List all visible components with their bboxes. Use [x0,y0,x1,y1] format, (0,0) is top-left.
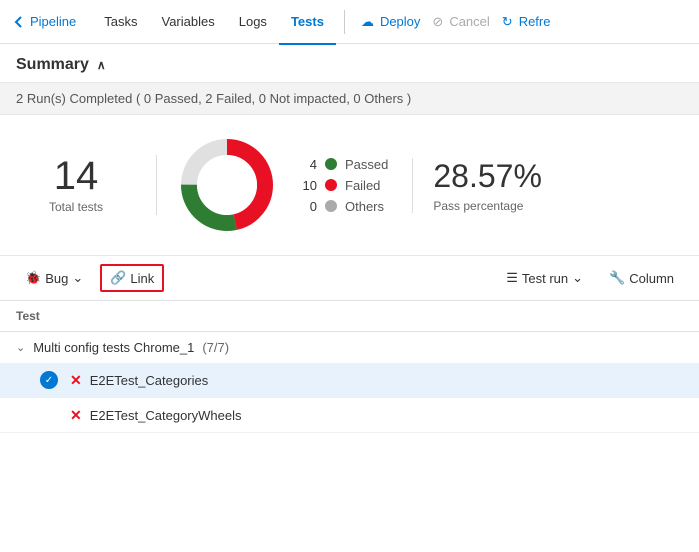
summary-chevron[interactable]: ∧ [97,58,106,72]
group-chevron-icon: ⌄ [16,341,25,354]
link-icon: 🔗 [110,270,126,286]
cancel-icon: ⊘ [432,14,443,30]
group-count: (7/7) [202,340,229,355]
top-nav: Pipeline Tasks Variables Logs Tests ☁ De… [0,0,699,44]
summary-title: Summary [16,56,89,74]
cancel-button[interactable]: ⊘ Cancel [432,14,489,30]
fail-icon: ✕ [70,407,82,424]
bug-dropdown-icon: ⌄ [72,270,83,286]
link-button[interactable]: 🔗 Link [100,264,164,292]
test-name: E2ETest_CategoryWheels [90,408,242,423]
donut-chart [177,135,277,235]
test-run-button[interactable]: ☰ Test run ⌄ [497,265,592,291]
status-bar: 2 Run(s) Completed ( 0 Passed, 2 Failed,… [0,82,699,115]
refresh-button[interactable]: ↻ Refre [502,14,551,30]
row-empty-check [40,406,58,424]
deploy-button[interactable]: ☁ Deploy [361,14,420,30]
test-group[interactable]: ⌄ Multi config tests Chrome_1 (7/7) [0,332,699,363]
toolbar-right: ☰ Test run ⌄ 🔧 Column [497,265,683,291]
legend-failed: 10 Failed [297,178,388,193]
table-row[interactable]: ✓ ✕ E2ETest_Categories [0,363,699,398]
test-column-header: Test [16,309,40,323]
toolbar: 🐞 Bug ⌄ 🔗 Link ☰ Test run ⌄ 🔧 Column [0,256,699,301]
summary-header: Summary ∧ [0,44,699,82]
nav-actions: ☁ Deploy ⊘ Cancel ↻ Refre [361,14,551,30]
bug-icon: 🐞 [25,270,41,286]
test-name: E2ETest_Categories [90,373,209,388]
bug-button[interactable]: 🐞 Bug ⌄ [16,265,92,291]
legend-passed: 4 Passed [297,157,388,172]
nav-back-button[interactable]: Pipeline [12,14,76,29]
table-row[interactable]: ✕ E2ETest_CategoryWheels [0,398,699,433]
chart-legend: 4 Passed 10 Failed 0 Others [297,157,388,214]
test-run-label: Test run [522,271,568,286]
total-number: 14 [16,156,136,196]
failed-count: 10 [297,178,317,193]
others-label: Others [345,199,384,214]
refresh-icon: ↻ [502,14,513,30]
nav-item-logs[interactable]: Logs [227,1,279,45]
passed-label: Passed [345,157,388,172]
total-tests: 14 Total tests [16,156,136,214]
total-label: Total tests [16,200,136,214]
status-text: 2 Run(s) Completed ( 0 Passed, 2 Failed,… [16,91,411,106]
pass-percentage-area: 28.57% Pass percentage [412,158,542,213]
row-check-icon: ✓ [40,371,58,389]
pass-pct-label: Pass percentage [433,199,542,213]
failed-dot [325,179,337,191]
column-button[interactable]: 🔧 Column [600,265,683,291]
others-dot [325,200,337,212]
table-header: Test [0,301,699,332]
link-label: Link [130,271,154,286]
group-label: Multi config tests Chrome_1 [33,340,194,355]
legend-others: 0 Others [297,199,388,214]
donut-area: 4 Passed 10 Failed 0 Others [177,135,388,235]
test-run-icon: ☰ [506,270,518,286]
test-run-dropdown-icon: ⌄ [572,270,583,286]
nav-item-tasks[interactable]: Tasks [92,1,149,45]
nav-back-label: Pipeline [30,14,76,29]
stats-row: 14 Total tests 4 Passed 10 [0,115,699,256]
column-icon: 🔧 [609,270,625,286]
failed-label: Failed [345,178,380,193]
bug-label: Bug [45,271,68,286]
pass-pct-value: 28.57% [433,158,542,195]
table-area: Test ⌄ Multi config tests Chrome_1 (7/7)… [0,301,699,433]
nav-divider [344,10,345,34]
nav-item-variables[interactable]: Variables [150,1,227,45]
others-count: 0 [297,199,317,214]
nav-item-tests[interactable]: Tests [279,1,336,45]
fail-icon: ✕ [70,372,82,389]
passed-dot [325,158,337,170]
column-label: Column [629,271,674,286]
passed-count: 4 [297,157,317,172]
cloud-icon: ☁ [361,14,374,30]
stat-divider-1 [156,155,157,215]
